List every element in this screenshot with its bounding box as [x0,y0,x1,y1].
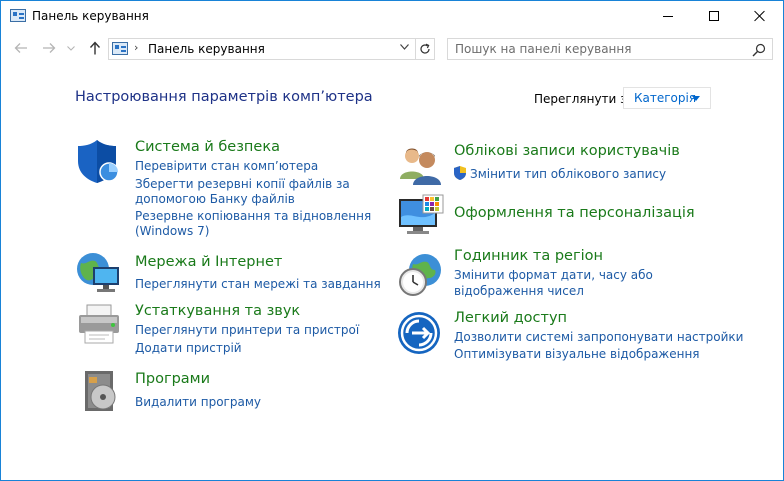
printer-icon[interactable] [75,301,123,349]
address-bar[interactable]: › Панель керування [108,38,416,60]
back-button[interactable] [11,39,31,57]
search-icon[interactable] [752,43,766,57]
window-title: Панель керування [32,9,149,23]
control-panel-icon [112,42,128,55]
refresh-button[interactable] [415,38,435,60]
view-by-dropdown[interactable]: Категорія [623,87,711,109]
category-system-security[interactable]: Система й безпека [135,139,280,155]
address-dropdown-button[interactable] [400,42,409,53]
search-box[interactable] [447,38,773,60]
link-view-printers[interactable]: Переглянути принтери та пристрої [135,322,359,338]
control-panel-window: Панель керування › Панель керування Пошу… [0,0,784,481]
up-button[interactable] [85,39,105,57]
link-change-date-format-line1[interactable]: Змінити формат дати, часу або [454,267,653,283]
ease-of-access-icon[interactable] [397,311,445,359]
close-button[interactable] [737,1,783,31]
category-ease-of-access[interactable]: Легкий доступ [454,310,567,326]
page-title: Настроювання параметрів комп’ютера [75,89,373,105]
forward-arrow-icon [43,43,56,53]
category-clock-region[interactable]: Годинник та регіон [454,248,603,264]
users-icon[interactable] [397,141,445,189]
control-panel-icon [10,9,26,22]
chevron-down-icon [692,96,700,101]
up-arrow-icon [89,41,101,55]
shield-icon[interactable] [75,137,123,185]
category-programs[interactable]: Програми [135,371,210,387]
chevron-down-icon [400,44,409,50]
link-backup-restore-line2[interactable]: (Windows 7) [135,223,209,239]
uac-shield-icon [454,166,466,180]
link-uninstall-program[interactable]: Видалити програму [135,394,261,410]
title-bar[interactable]: Панель керування [1,1,783,31]
globe-network-icon[interactable] [75,249,123,297]
breadcrumb-control-panel[interactable]: Панель керування [148,42,265,56]
forward-button[interactable] [39,39,59,57]
link-file-history-line1[interactable]: Зберегти резервні копії файлів за [135,176,350,192]
category-user-accounts[interactable]: Облікові записи користувачів [454,143,680,159]
minimize-icon [663,15,673,17]
link-view-network-status[interactable]: Переглянути стан мережі та завдання [135,276,381,292]
maximize-button[interactable] [691,1,737,31]
breadcrumb-separator-icon[interactable]: › [134,41,138,54]
clock-globe-icon[interactable] [397,250,445,298]
search-input[interactable] [448,39,748,59]
category-hardware-sound[interactable]: Устаткування та звук [135,303,300,319]
close-icon [754,10,766,22]
view-by-value: Категорія [634,91,697,105]
navigation-bar: › Панель керування [1,31,783,65]
link-let-windows-suggest[interactable]: Дозволити системі запропонувати настройк… [454,329,743,345]
category-appearance-personalization[interactable]: Оформлення та персоналізація [454,205,695,221]
link-optimize-visual-display[interactable]: Оптимізувати візуальне відображення [454,346,700,362]
link-add-device[interactable]: Додати пристрій [135,340,242,356]
programs-icon[interactable] [77,367,125,415]
link-change-account-type[interactable]: Змінити тип облікового запису [470,166,666,182]
recent-locations-button[interactable] [64,39,78,57]
link-file-history-line2[interactable]: допомогою Банку файлів [135,191,295,207]
minimize-button[interactable] [645,1,691,31]
link-check-computer-status[interactable]: Перевірити стан комп’ютера [135,158,318,174]
back-arrow-icon [14,43,27,53]
link-change-date-format-line2[interactable]: відображення чисел [454,283,584,299]
maximize-icon [709,11,719,21]
chevron-down-icon [67,45,75,51]
link-backup-restore-line1[interactable]: Резервне копіювання та відновлення [135,208,371,224]
category-network-internet[interactable]: Мережа й Інтернет [135,254,282,270]
refresh-icon [419,43,430,54]
display-icon[interactable] [397,193,445,241]
